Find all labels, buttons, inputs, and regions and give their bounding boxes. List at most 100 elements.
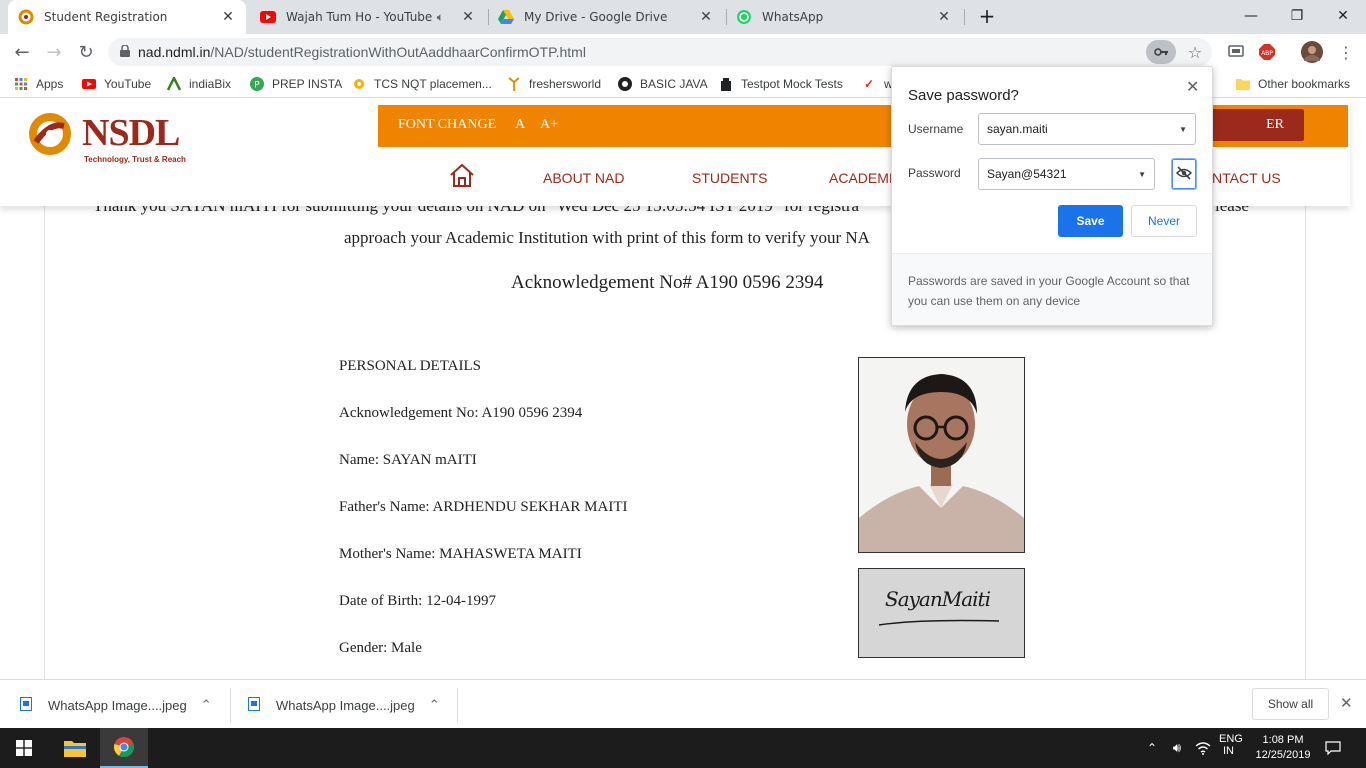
chrome-menu-icon[interactable]: ⋮ [1336,42,1356,62]
dropdown-arrow-icon[interactable]: ▼ [1179,125,1187,134]
tab-youtube[interactable]: Wajah Tum Ho - YouTube 🔈︎ ✕ [250,0,486,34]
close-window-button[interactable]: ✕ [1320,0,1366,32]
signature-image: SayanMaiti [858,568,1025,658]
check-icon: ✓ [863,77,875,91]
bookmark-freshersworld[interactable]: freshersworld [507,75,601,93]
clock[interactable]: 1:08 PM 12/25/2019 [1250,733,1316,763]
nav-contact-us[interactable]: NTACT US [1212,170,1281,186]
file-explorer-icon[interactable] [50,728,100,768]
register-button[interactable]: ER [1204,109,1304,141]
field-gender: Gender: Male [339,640,422,656]
nav-about-nad[interactable]: ABOUT NAD [543,170,624,186]
bookmark-label: BASIC JAVA [640,77,708,91]
svg-text:P: P [254,81,260,91]
reload-button[interactable]: ↻ [72,38,100,66]
other-bookmarks[interactable]: Other bookmarks [1236,75,1350,93]
nav-students[interactable]: STUDENTS [692,170,767,186]
font-increase-button[interactable]: A+ [540,117,558,133]
windows-start-icon[interactable] [0,728,48,768]
font-normal-button[interactable]: A [515,117,525,133]
profile-avatar[interactable] [1301,41,1323,63]
download-item[interactable]: WhatsApp Image....jpeg ⌃ [20,680,220,730]
chevron-up-icon[interactable]: ⌃ [201,697,212,713]
password-field[interactable]: Sayan@54321 ▼ [978,158,1155,190]
wifi-icon[interactable] [1192,728,1214,768]
cast-extension-icon[interactable] [1226,42,1246,62]
forward-button[interactable]: → [40,38,68,66]
image-file-icon [20,696,32,714]
field-name: Name: SAYAN mAITI [339,452,477,468]
thanks-text-line2: approach your Academic Institution with … [344,228,870,247]
close-icon[interactable]: ✕ [1186,77,1199,97]
home-icon[interactable] [448,162,476,191]
close-download-bar-icon[interactable]: ✕ [1340,694,1353,712]
url-path: /NAD/studentRegistrationWithOutAaddhaarC… [210,44,586,60]
toggle-password-visibility-button[interactable] [1171,158,1197,190]
bookmark-youtube[interactable]: YouTube [82,75,151,93]
bookmark-star-icon[interactable]: ☆ [1180,40,1210,64]
bookmark-label: indiaBix [189,77,232,91]
tab-close-icon[interactable]: ✕ [460,9,476,25]
download-item[interactable]: WhatsApp Image....jpeg ⌃ [248,680,448,730]
nsdl-logo[interactable] [26,112,74,159]
tab-close-icon[interactable]: ✕ [936,9,952,25]
tab-close-icon[interactable]: ✕ [698,9,714,25]
prep-insta-icon: P [250,77,264,91]
notifications-icon[interactable] [1320,728,1346,768]
acknowledgement-heading: Acknowledgement No# A190 0596 2394 [511,272,824,293]
volume-icon[interactable]: 🔊︎ [1166,728,1188,768]
google-drive-icon [498,9,514,25]
freshersworld-icon [507,77,521,91]
clock-time: 1:08 PM [1262,734,1304,746]
indiabix-icon [167,77,181,91]
chevron-up-icon[interactable]: ⌃ [429,697,440,713]
password-label: Password [908,166,961,180]
font-change-label: FONT CHANGE [398,117,497,132]
password-key-icon[interactable] [1146,40,1176,64]
chrome-taskbar-icon[interactable] [100,728,148,768]
nsdl-favicon-icon [18,9,34,25]
lock-icon[interactable] [120,43,130,60]
bookmark-testpot[interactable]: Testpot Mock Tests [719,75,843,93]
eye-off-icon [1175,165,1193,183]
new-tab-button[interactable]: + [964,0,1010,32]
chevron-up-icon[interactable]: ⌃ [1144,728,1160,768]
bookmark-basic-java[interactable]: BASIC JAVA [618,75,708,93]
speaker-icon[interactable]: 🔈︎ [437,10,444,25]
bookmark-indiabix[interactable]: indiaBix [167,75,231,93]
language-indicator[interactable]: ENG IN [1219,733,1243,757]
tab-google-drive[interactable]: My Drive - Google Drive ✕ [488,0,724,34]
bookmark-prep-insta[interactable]: P PREP INSTA [250,75,342,93]
tab-close-icon[interactable]: ✕ [220,9,236,25]
nav-academic[interactable]: ACADEMI [829,170,893,186]
download-filename: WhatsApp Image....jpeg [276,697,415,713]
bookmark-w[interactable]: ✓ w [862,75,893,93]
adblock-extension-icon[interactable]: ABP [1257,42,1277,62]
username-field[interactable]: sayan.maiti ▼ [978,113,1196,145]
bookmark-tcs-nqt[interactable]: TCS NQT placemen... [352,75,492,93]
minimize-button[interactable]: — [1228,0,1274,32]
tab-strip: Student Registration ✕ Wajah Tum Ho - Yo… [0,0,1366,34]
tab-title: Student Registration [44,10,168,24]
dropdown-arrow-icon[interactable]: ▼ [1138,170,1146,179]
dialog-title: Save password? [908,87,1019,104]
bookmark-label: Apps [36,77,64,91]
never-button[interactable]: Never [1131,205,1197,237]
browser-toolbar: ← → ↻ nad.ndml.in/NAD/studentRegistratio… [0,34,1366,70]
show-all-button[interactable]: Show all [1252,688,1329,720]
field-mothers-name: Mother's Name: MAHASWETA MAITI [339,546,582,562]
download-filename: WhatsApp Image....jpeg [48,697,187,713]
student-photo [858,357,1025,553]
bookmark-label: TCS NQT placemen... [374,77,492,91]
back-button[interactable]: ← [8,38,36,66]
tab-student-registration[interactable]: Student Registration ✕ [8,0,246,34]
address-bar[interactable]: nad.ndml.in/NAD/studentRegistrationWithO… [108,38,1212,66]
image-file-icon [248,696,260,714]
save-button[interactable]: Save [1058,205,1123,237]
restore-button[interactable]: ❐ [1274,0,1320,32]
bookmark-apps[interactable]: Apps [14,75,63,93]
tab-title: WhatsApp [762,10,824,24]
tab-whatsapp[interactable]: WhatsApp ✕ [726,0,962,34]
tab-title: Wajah Tum Ho - YouTube [286,10,433,24]
logo-tagline: Technology, Trust & Reach [84,155,186,164]
